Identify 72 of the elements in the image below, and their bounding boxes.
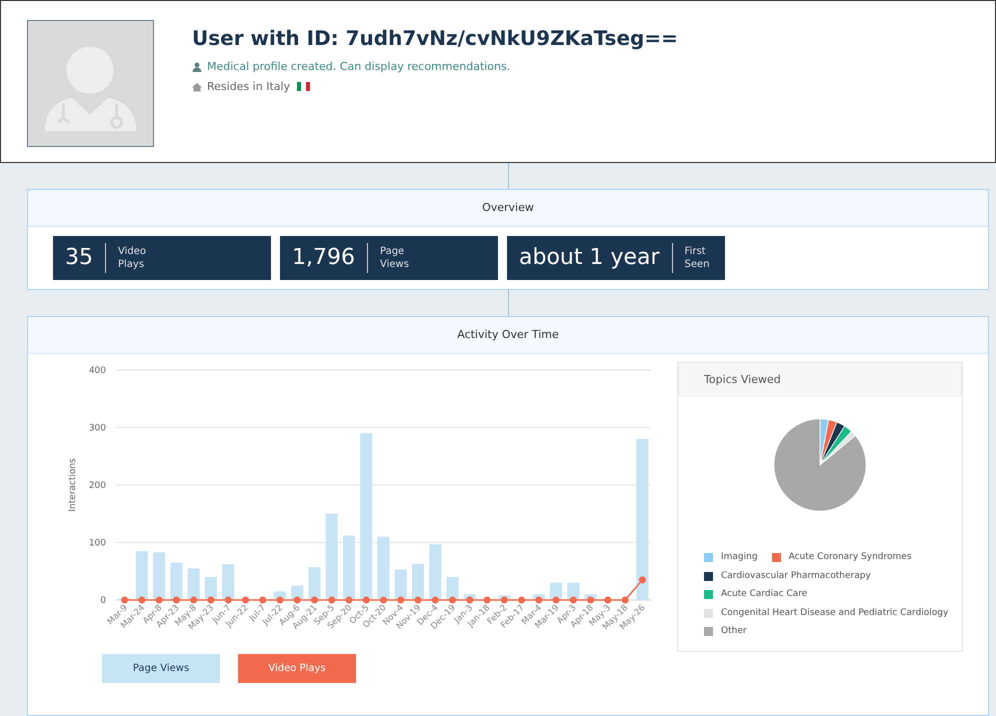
y-tick-label: 400 [88,366,106,376]
line-point [518,596,526,604]
line-point [604,596,612,604]
line-point [242,596,249,604]
bar [222,564,234,600]
home-icon [192,82,202,92]
line-point [552,596,560,604]
legend-label: Other [721,625,747,638]
bar [446,577,459,600]
legend-button[interactable]: Page Views [102,654,220,683]
line-point [207,596,214,604]
line-point [294,596,301,604]
overview-title: Overview [28,190,988,227]
line-point [535,596,542,604]
person-icon [192,62,202,72]
y-tick-label: 0 [100,596,106,606]
bar [394,570,407,600]
line-point [224,596,232,604]
profile-status: Medical profile created. Can display recommendations. [207,59,510,75]
residence-text: Resides in Italy [207,78,290,94]
bar [188,568,200,600]
legend-label: Acute Coronary Syndromes [788,551,912,564]
line-point [432,596,439,604]
bar [308,567,320,600]
line-point [638,576,646,584]
line-point [362,596,370,604]
line-point [190,596,198,604]
stat-value: about 1 year [519,243,673,273]
line-point [397,596,404,604]
activity-title: Activity Over Time [28,317,988,354]
y-tick-label: 100 [88,538,106,548]
line-point [156,596,163,604]
bar [342,536,356,600]
line-point [380,596,387,604]
y-axis-title: Interactions [68,458,78,512]
line-point [345,596,352,604]
bar [153,552,166,600]
line-point [449,596,456,604]
line-point [466,596,474,604]
user-title: User with ID: 7udh7vNz/cvNkU9ZKaTseg== [192,25,678,52]
line-point [622,596,629,604]
bar [429,544,442,600]
bar [377,536,390,600]
stat-label: First Seen [684,245,710,271]
legend-label: Acute Cardiac Care [721,588,808,601]
line-point [259,596,266,604]
flag-icon [297,82,310,92]
line-point [484,596,491,604]
topics-title: Topics Viewed [678,363,962,397]
bar [170,562,182,600]
y-tick-label: 200 [88,481,106,491]
bar [412,564,424,600]
line-point [138,596,146,604]
line-point [570,596,577,604]
line-point [172,596,180,604]
line-point [414,596,422,604]
line-point [328,596,336,604]
line-point [310,596,318,604]
legend-label: Cardiovascular Pharmacotherapy [721,570,871,582]
line-point [587,596,594,604]
stat-value: 35 [65,243,106,273]
y-tick-label: 300 [88,424,106,434]
stat-label: Video Plays [117,245,146,271]
bar [136,551,148,600]
line-point [121,596,128,604]
line-point [500,596,508,604]
legend-label: Imaging [721,551,758,564]
stat-value: 1,796 [292,243,368,273]
legend-label: Congenital Heart Disease and Pediatric Cardiology [721,606,948,620]
stat-label: Page Views [378,245,409,271]
line-point [276,596,284,604]
bar [204,577,217,600]
